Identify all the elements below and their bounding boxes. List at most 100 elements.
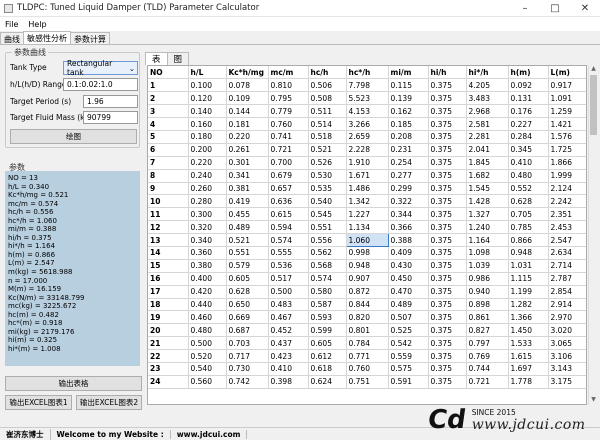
table-cell[interactable]: 0.480 [188, 323, 227, 338]
table-cell[interactable]: 2.970 [548, 310, 586, 325]
table-cell[interactable]: 0.594 [268, 220, 309, 235]
table-cell[interactable]: 1.342 [346, 194, 389, 209]
table-cell[interactable]: 0.261 [226, 143, 269, 157]
mass-input[interactable]: 90799 [83, 111, 138, 124]
table-row[interactable]: 14 0.360 0.551 0.555 0.562 0.998 0.409 0.375 1.0… [148, 246, 586, 260]
table-cell[interactable]: 0.779 [268, 104, 309, 119]
table-cell[interactable]: 0.521 [308, 143, 347, 157]
table-row[interactable]: 19 0.460 0.669 0.467 0.593 0.820 0.507 0.375 0.8… [148, 310, 586, 325]
table-cell[interactable]: 0.742 [226, 375, 269, 389]
table-cell[interactable]: 0.284 [508, 130, 549, 144]
table-cell[interactable]: 0.220 [226, 130, 269, 144]
table-cell[interactable]: 1.450 [508, 323, 549, 338]
table-cell[interactable]: 0.624 [308, 375, 347, 389]
table-cell[interactable]: 0.551 [308, 220, 347, 235]
table-row[interactable]: 16 0.400 0.605 0.517 0.574 0.907 0.450 0.375 0.9… [148, 272, 586, 286]
table-cell[interactable]: 0.551 [226, 246, 269, 260]
results-table[interactable]: NO h/L Kc*h/mg mc/m hc/h hc*/h mi/m hi/h hi*/h h(… [147, 65, 587, 405]
table-cell[interactable]: 0.176 [508, 104, 549, 119]
table-cell[interactable]: 0.508 [308, 91, 347, 106]
row-number[interactable]: 21 [148, 336, 189, 351]
table-cell[interactable]: 0.254 [388, 156, 429, 170]
table-cell[interactable]: 0.375 [428, 78, 467, 93]
table-cell[interactable]: 0.375 [428, 169, 467, 183]
table-cell[interactable]: 1.091 [548, 91, 586, 106]
table-cell[interactable]: 0.375 [428, 104, 467, 119]
table-cell[interactable]: 0.144 [226, 104, 269, 119]
table-cell[interactable]: 1.845 [466, 156, 509, 170]
table-cell[interactable]: 0.300 [188, 207, 227, 222]
table-cell[interactable]: 0.115 [388, 78, 429, 93]
table-cell[interactable]: 0.907 [346, 272, 389, 286]
table-cell[interactable]: 0.540 [308, 194, 347, 209]
export-table-button[interactable]: 输出表格 [5, 376, 142, 391]
column-header[interactable]: hc*/h [346, 66, 389, 80]
table-cell[interactable]: 1.031 [508, 259, 549, 273]
table-cell[interactable]: 0.861 [466, 310, 509, 325]
table-cell[interactable]: 0.452 [268, 323, 309, 338]
table-row[interactable]: 21 0.500 0.703 0.437 0.605 0.784 0.542 0.375 0.7… [148, 336, 586, 351]
table-cell[interactable]: 0.375 [428, 117, 467, 131]
table-row[interactable]: 5 0.180 0.220 0.741 0.518 2.659 0.208 0.375 2.28… [148, 130, 586, 144]
table-cell[interactable]: 0.450 [388, 272, 429, 286]
table-cell[interactable]: 0.322 [388, 194, 429, 209]
range-input[interactable]: 0.1:0.02:1.0 [63, 78, 138, 91]
table-cell[interactable]: 0.375 [428, 272, 467, 286]
table-cell[interactable]: 0.591 [388, 375, 429, 389]
tab-table[interactable]: 表 [145, 52, 168, 65]
table-cell[interactable]: 0.344 [388, 207, 429, 222]
table-cell[interactable]: 0.277 [388, 169, 429, 183]
table-cell[interactable]: 1.778 [508, 375, 549, 389]
table-cell[interactable]: 1.164 [466, 233, 509, 247]
table-cell[interactable]: 0.545 [308, 207, 347, 222]
table-cell[interactable]: 4.205 [466, 78, 509, 93]
table-cell[interactable]: 0.375 [428, 298, 467, 312]
table-cell[interactable]: 0.440 [188, 298, 227, 312]
scroll-up-icon[interactable]: ▲ [589, 65, 598, 74]
table-cell[interactable]: 0.562 [308, 246, 347, 260]
table-cell[interactable]: 0.580 [308, 285, 347, 299]
table-cell[interactable]: 0.769 [466, 349, 509, 363]
table-cell[interactable]: 0.526 [308, 156, 347, 170]
table-cell[interactable]: 0.340 [188, 233, 227, 247]
row-number[interactable]: 22 [148, 349, 189, 363]
table-cell[interactable]: 0.530 [308, 169, 347, 183]
table-cell[interactable]: 0.208 [388, 130, 429, 144]
table-cell[interactable]: 0.560 [188, 375, 227, 389]
table-cell[interactable]: 0.398 [268, 375, 309, 389]
table-cell[interactable]: 0.618 [308, 362, 347, 376]
table-cell[interactable]: 2.914 [548, 298, 586, 312]
column-header[interactable]: L(m) [548, 66, 586, 80]
tab-chart[interactable]: 图 [166, 52, 190, 65]
table-cell[interactable]: 0.827 [466, 323, 509, 338]
table-cell[interactable]: 0.131 [508, 91, 549, 106]
table-row[interactable]: 23 0.540 0.730 0.410 0.618 0.760 0.575 0.375 0.7… [148, 362, 586, 376]
table-cell[interactable]: 0.518 [308, 130, 347, 144]
table-cell[interactable]: 0.540 [188, 362, 227, 376]
table-cell[interactable]: 0.605 [308, 336, 347, 351]
table-cell[interactable]: 0.700 [268, 156, 309, 170]
table-cell[interactable]: 0.917 [548, 78, 586, 93]
row-number[interactable]: 4 [148, 117, 189, 131]
row-number[interactable]: 20 [148, 323, 189, 338]
close-button[interactable]: ✕ [570, 0, 600, 17]
table-cell[interactable]: 3.483 [466, 91, 509, 106]
table-cell[interactable]: 0.751 [346, 375, 389, 389]
table-cell[interactable]: 0.139 [388, 91, 429, 106]
table-cell[interactable]: 0.730 [226, 362, 269, 376]
table-cell[interactable]: 1.366 [508, 310, 549, 325]
table-cell[interactable]: 0.140 [188, 104, 227, 119]
table-cell[interactable]: 1.240 [466, 220, 509, 235]
table-row[interactable]: 12 0.320 0.489 0.594 0.551 1.134 0.366 0.375 1.2… [148, 220, 586, 235]
table-cell[interactable]: 0.375 [428, 375, 467, 389]
table-cell[interactable]: 1.910 [346, 156, 389, 170]
table-cell[interactable]: 0.998 [346, 246, 389, 260]
table-cell[interactable]: 0.517 [268, 272, 309, 286]
table-cell[interactable]: 0.381 [226, 182, 269, 196]
table-cell[interactable]: 0.940 [466, 285, 509, 299]
table-cell[interactable]: 2.968 [466, 104, 509, 119]
column-header[interactable]: Kc*h/mg [226, 66, 269, 80]
table-row[interactable]: 20 0.480 0.687 0.452 0.599 0.801 0.525 0.375 0.8… [148, 323, 586, 338]
table-cell[interactable]: 0.535 [308, 182, 347, 196]
table-cell[interactable]: 0.489 [388, 298, 429, 312]
